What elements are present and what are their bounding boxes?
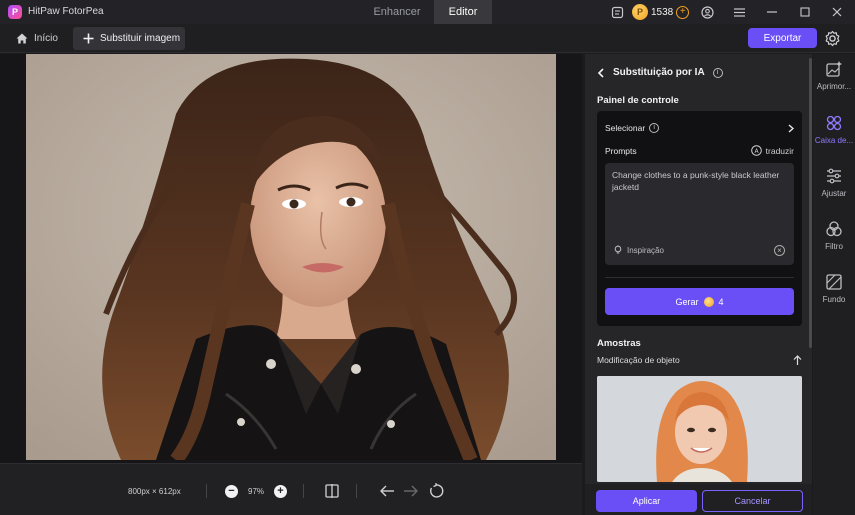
redo-arrow-icon[interactable] <box>403 483 421 500</box>
undo-arrow-icon[interactable] <box>379 483 397 500</box>
minimize-icon[interactable] <box>764 4 780 20</box>
sample-image[interactable] <box>597 376 802 482</box>
panel-footer: Aplicar Cancelar <box>585 484 812 515</box>
settings-gear-icon[interactable] <box>824 30 841 47</box>
replace-image-button[interactable]: Substituir imagem <box>73 27 185 50</box>
prompts-label: Prompts <box>605 145 637 156</box>
filter-icon <box>826 221 842 237</box>
cancel-button[interactable]: Cancelar <box>702 490 803 512</box>
sample-portrait <box>597 376 802 482</box>
info-icon[interactable]: i <box>649 123 660 133</box>
canvas-area[interactable] <box>0 54 582 463</box>
svg-text:A: A <box>754 148 759 155</box>
coin-icon <box>703 296 714 307</box>
enhance-icon <box>826 61 842 77</box>
message-icon[interactable] <box>609 4 625 20</box>
app-logo-icon: P <box>8 5 22 19</box>
prompt-textarea[interactable]: Change clothes to a punk-style black lea… <box>605 163 794 265</box>
nav-label: Caixa de... <box>814 136 854 145</box>
back-chevron-icon[interactable] <box>597 67 605 78</box>
portrait-image <box>26 54 556 460</box>
nav-item-enhance[interactable]: Aprimor... <box>813 60 855 110</box>
panel-title: Substituição por IA <box>613 67 705 78</box>
background-icon <box>826 274 842 290</box>
nav-item-toolbox[interactable]: Caixa de... <box>813 114 855 164</box>
prompt-text[interactable]: Change clothes to a punk-style black lea… <box>612 169 790 193</box>
edited-photo[interactable] <box>26 54 556 460</box>
plus-icon <box>83 33 94 44</box>
chevron-right-icon <box>788 123 794 133</box>
zoom-out-button[interactable]: − <box>225 485 238 498</box>
info-icon[interactable]: i <box>712 67 723 78</box>
clear-prompt-icon[interactable]: × <box>774 245 785 256</box>
zoom-in-button[interactable]: + <box>274 485 287 498</box>
export-button[interactable]: Exportar <box>748 28 817 48</box>
home-button[interactable]: Início <box>10 28 64 49</box>
generate-button[interactable]: Gerar 4 <box>605 288 794 315</box>
replace-image-label: Substituir imagem <box>100 33 181 44</box>
nav-item-filter[interactable]: Filtro <box>813 220 855 270</box>
arrow-up-icon[interactable] <box>793 355 802 365</box>
app-name: HitPaw FotorPea <box>28 6 104 17</box>
samples-title: Amostras <box>597 338 641 349</box>
samples-subtitle-row: Modificação de objeto <box>597 355 802 365</box>
nav-label: Fundo <box>822 295 846 304</box>
toolbox-icon <box>826 115 842 131</box>
translate-label: traduzir <box>765 145 794 156</box>
title-bar: P HitPaw FotorPea Enhancer Editor P 1538… <box>0 0 855 24</box>
panel-header: Substituição por IA i <box>597 67 723 78</box>
translate-icon: A <box>750 145 762 156</box>
menu-icon[interactable] <box>731 4 747 20</box>
image-dimensions: 800px × 612px <box>128 487 181 496</box>
translate-button[interactable]: A traduzir <box>750 145 794 156</box>
app-window: P HitPaw FotorPea Enhancer Editor P 1538… <box>0 0 855 515</box>
select-label: Selecionar <box>605 123 646 133</box>
generate-label: Gerar <box>675 296 699 307</box>
credits-value: 1538 <box>651 6 674 18</box>
nav-label: Ajustar <box>821 189 847 198</box>
select-row[interactable]: Selecionar i <box>605 123 794 133</box>
add-credits-icon[interactable]: + <box>676 5 690 19</box>
nav-label: Aprimor... <box>816 82 852 91</box>
account-icon[interactable] <box>699 4 715 20</box>
prompts-row: Prompts A traduzir <box>605 145 794 156</box>
tab-enhancer[interactable]: Enhancer <box>360 0 434 24</box>
panel-scrollbar[interactable] <box>809 58 812 348</box>
divider <box>356 484 357 498</box>
side-nav: Aprimor... Caixa de... Ajustar Filtro Fu… <box>813 54 855 515</box>
divider <box>206 484 207 498</box>
home-icon <box>16 33 28 44</box>
ai-replace-panel: Substituição por IA i Painel de controle… <box>585 54 812 515</box>
nav-item-background[interactable]: Fundo <box>813 273 855 323</box>
home-label: Início <box>34 33 58 44</box>
close-icon[interactable] <box>829 4 845 20</box>
zoom-value: 97% <box>248 487 265 496</box>
nav-item-adjust[interactable]: Ajustar <box>813 167 855 217</box>
divider <box>605 277 794 278</box>
toolbar: Início Substituir imagem Exportar <box>0 24 855 53</box>
samples-subtitle: Modificação de objeto <box>597 355 680 365</box>
credits-counter[interactable]: P 1538 + <box>632 3 690 21</box>
compare-split-icon[interactable] <box>324 483 342 500</box>
coin-icon: P <box>632 4 648 20</box>
nav-label: Filtro <box>825 242 843 251</box>
maximize-icon[interactable] <box>797 4 813 20</box>
sliders-icon <box>827 168 841 184</box>
reset-icon[interactable] <box>428 483 446 500</box>
control-panel-title: Painel de controle <box>597 95 679 106</box>
divider <box>303 484 304 498</box>
lightbulb-icon <box>614 245 622 254</box>
inspiration-label: Inspiração <box>627 245 664 255</box>
apply-button[interactable]: Aplicar <box>596 490 697 512</box>
control-box: Selecionar i Prompts A traduzir Change c… <box>597 111 802 326</box>
canvas-bottom-bar: 800px × 612px − 97% + <box>0 463 582 515</box>
inspiration-button[interactable]: Inspiração <box>613 245 664 255</box>
tab-editor[interactable]: Editor <box>434 0 492 24</box>
generate-cost: 4 <box>718 296 724 307</box>
